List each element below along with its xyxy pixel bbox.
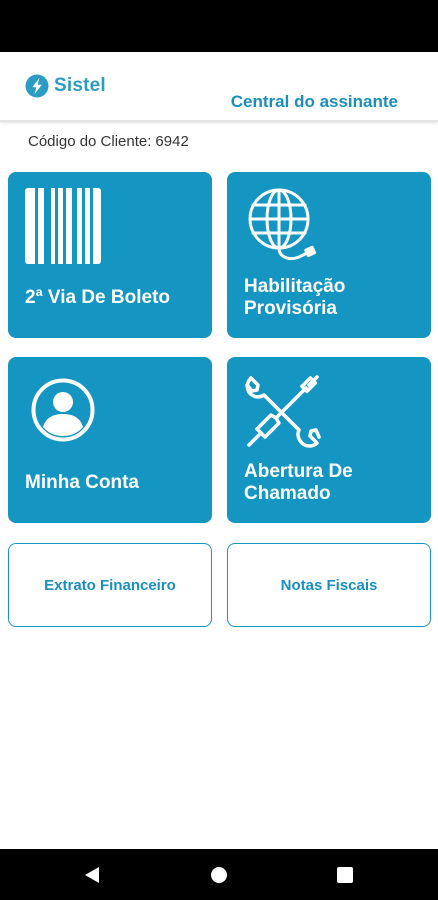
app-header: Sistel Central do assinante	[0, 52, 438, 122]
tile-temporary-enable-label: Habilitação Provisória	[244, 276, 346, 319]
tools-icon	[245, 375, 321, 448]
tile-open-ticket-label: Abertura De Chamado	[244, 461, 353, 504]
client-code-value: 6942	[155, 133, 189, 150]
sistel-logo: Sistel	[25, 74, 106, 98]
brand-name: Sistel	[54, 75, 106, 96]
home-icon[interactable]	[207, 863, 231, 887]
barcode-icon	[25, 188, 101, 264]
tile-bill-copy-label: 2ª Via De Boleto	[25, 287, 171, 308]
tile-my-account-label: Minha Conta	[25, 472, 139, 493]
page-title: Central do assinante	[230, 92, 398, 111]
tile-my-account[interactable]: Minha Conta	[8, 357, 212, 523]
client-code-row: Código do Cliente: 6942	[28, 133, 193, 150]
user-avatar-icon	[31, 378, 95, 442]
status-bar	[0, 0, 438, 52]
client-code-label: Código do Cliente:	[28, 133, 152, 150]
recents-icon[interactable]	[333, 863, 357, 887]
navigation-bar	[0, 849, 438, 900]
sistel-logo-icon	[25, 74, 49, 98]
tile-bill-copy[interactable]: 2ª Via De Boleto	[8, 172, 212, 338]
invoices-button[interactable]: Notas Fiscais	[227, 543, 431, 627]
tile-temporary-enable[interactable]: Habilitação Provisória	[227, 172, 431, 338]
back-icon[interactable]	[80, 863, 104, 887]
globe-cable-icon	[248, 188, 317, 261]
tile-open-ticket[interactable]: Abertura De Chamado	[227, 357, 431, 523]
financial-statement-button[interactable]: Extrato Financeiro	[8, 543, 212, 627]
